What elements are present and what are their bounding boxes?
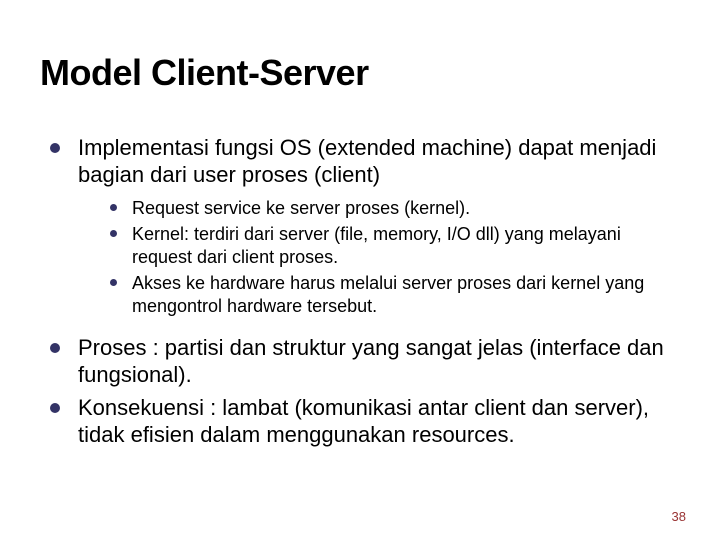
sub-bullet-item-3: Akses ke hardware harus melalui server p… xyxy=(108,272,680,317)
bullet-text: Konsekuensi : lambat (komunikasi antar c… xyxy=(78,395,649,447)
bullet-text: Proses : partisi dan struktur yang sanga… xyxy=(78,335,664,387)
sub-bullet-item-1: Request service ke server proses (kernel… xyxy=(108,197,680,220)
bullet-item-1: Implementasi fungsi OS (extended machine… xyxy=(48,135,680,329)
bullet-list: Implementasi fungsi OS (extended machine… xyxy=(48,135,680,448)
bullet-item-2: Proses : partisi dan struktur yang sanga… xyxy=(48,335,680,389)
bullet-item-3: Konsekuensi : lambat (komunikasi antar c… xyxy=(48,395,680,449)
sub-bullet-list: Request service ke server proses (kernel… xyxy=(78,189,680,330)
sub-bullet-text: Request service ke server proses (kernel… xyxy=(132,198,470,218)
page-number: 38 xyxy=(672,509,686,524)
sub-bullet-item-2: Kernel: terdiri dari server (file, memor… xyxy=(108,223,680,268)
sub-bullet-text: Akses ke hardware harus melalui server p… xyxy=(132,273,644,316)
slide-title: Model Client-Server xyxy=(40,52,369,94)
bullet-text: Implementasi fungsi OS (extended machine… xyxy=(78,135,656,187)
slide-body: Implementasi fungsi OS (extended machine… xyxy=(48,135,680,454)
sub-bullet-text: Kernel: terdiri dari server (file, memor… xyxy=(132,224,621,267)
slide: Model Client-Server Implementasi fungsi … xyxy=(0,0,720,540)
